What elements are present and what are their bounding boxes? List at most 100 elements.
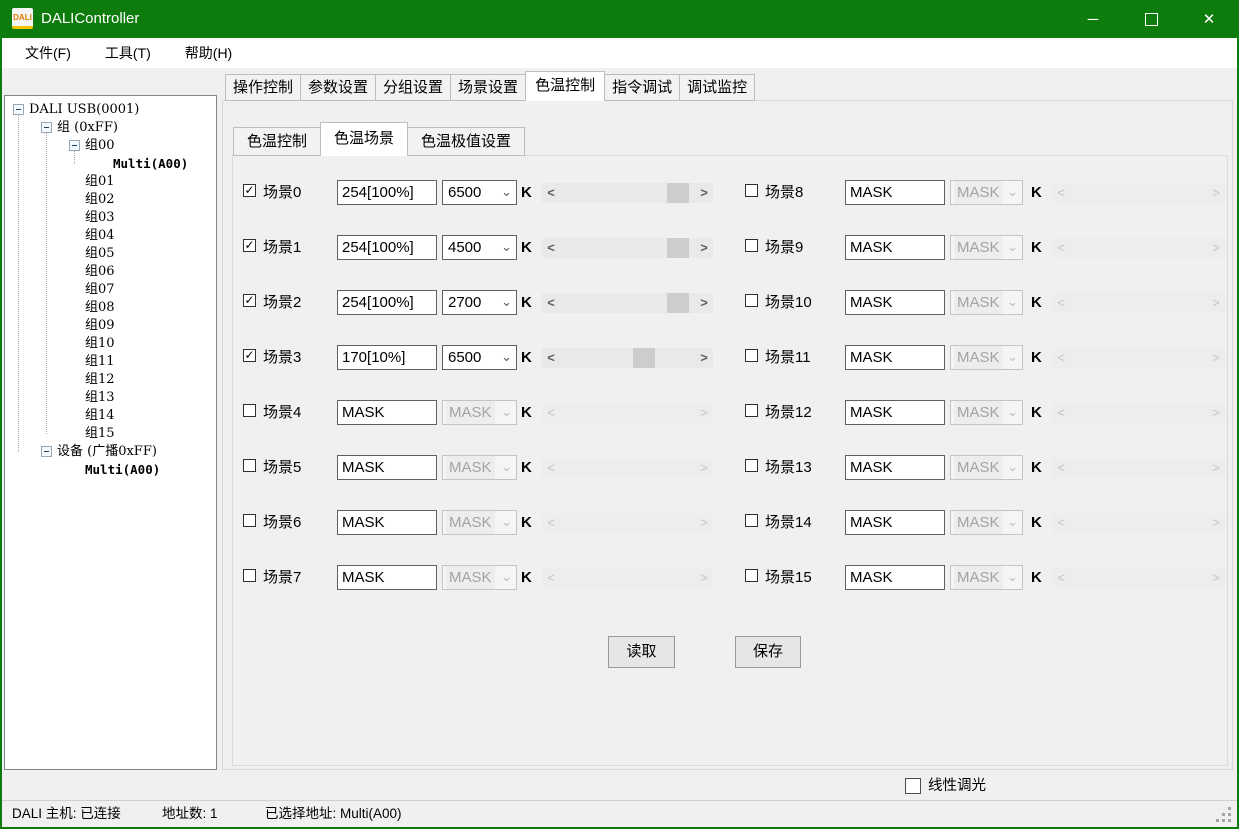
window-title: DALIController [41, 0, 139, 38]
scene-label: 场景9 [765, 235, 803, 260]
kelvin-dropdown: MASK ⌄ [950, 455, 1023, 480]
read-button[interactable]: 读取 [608, 636, 675, 668]
kelvin-dropdown-value: MASK [954, 346, 1003, 369]
maximize-icon [1145, 13, 1158, 26]
tree-item[interactable]: 组 (0xFF) [5, 119, 216, 137]
linear-dimming-checkbox[interactable] [905, 778, 921, 794]
tree-expander-collapse-icon[interactable] [69, 140, 80, 151]
main-tabstrip: 操作控制参数设置分组设置场景设置色温控制指令调试调试监控 [225, 71, 754, 101]
kelvin-dropdown-value: MASK [954, 511, 1003, 534]
chevron-down-icon: ⌄ [1007, 290, 1018, 313]
tree-expander-collapse-icon[interactable] [13, 104, 24, 115]
scene-value-input[interactable] [845, 290, 945, 315]
app-icon: DALI [12, 8, 33, 29]
scene-row: 场景9 MASK ⌄ K < > [0, 235, 1239, 261]
scene-checkbox[interactable] [745, 514, 758, 527]
scene-scrollbar: < > [1052, 513, 1225, 533]
subtab-0[interactable]: 色温控制 [233, 127, 321, 156]
sub-tabstrip: 色温控制色温场景色温极值设置 [233, 122, 524, 156]
status-address-count: 地址数: 1 [162, 801, 218, 827]
scene-value-input[interactable] [845, 455, 945, 480]
scene-checkbox[interactable] [745, 184, 758, 197]
scrollbar-right-arrow-icon: > [1207, 458, 1225, 478]
tree-item[interactable]: 组00 [5, 137, 216, 155]
scene-checkbox[interactable] [745, 459, 758, 472]
status-selected-address: 已选择地址: Multi(A00) [265, 801, 402, 827]
scrollbar-left-arrow-icon: < [1052, 348, 1070, 368]
scene-label: 场景13 [765, 455, 812, 480]
scrollbar-left-arrow-icon: < [1052, 568, 1070, 588]
scene-label: 场景11 [765, 345, 811, 370]
scrollbar-left-arrow-icon: < [1052, 183, 1070, 203]
kelvin-dropdown-value: MASK [954, 181, 1003, 204]
scene-row: 场景15 MASK ⌄ K < > [0, 565, 1239, 591]
tree-expander-collapse-icon[interactable] [41, 122, 52, 133]
chevron-down-icon: ⌄ [1007, 180, 1018, 203]
tree-item[interactable]: DALI USB(0001) [5, 101, 216, 119]
scene-value-input[interactable] [845, 345, 945, 370]
tab-1[interactable]: 参数设置 [300, 74, 376, 101]
scrollbar-left-arrow-icon: < [1052, 293, 1070, 313]
maximize-button[interactable] [1122, 0, 1180, 38]
tree-item[interactable]: 组09 [5, 317, 216, 335]
scene-value-input[interactable] [845, 510, 945, 535]
scene-row: 场景11 MASK ⌄ K < > [0, 345, 1239, 371]
minimize-button[interactable]: ─ [1064, 0, 1122, 38]
kelvin-dropdown-value: MASK [954, 566, 1003, 589]
scene-scrollbar: < > [1052, 238, 1225, 258]
save-button[interactable]: 保存 [735, 636, 801, 668]
scene-value-input[interactable] [845, 400, 945, 425]
kelvin-dropdown-value: MASK [954, 401, 1003, 424]
tree-item-label: Multi(A00) [113, 155, 188, 173]
scrollbar-track [1070, 568, 1207, 588]
minimize-icon: ─ [1088, 11, 1099, 28]
app-window: DALI DALIController ─ ✕ 文件(F)工具(T)帮助(H) … [0, 0, 1239, 829]
scene-scrollbar: < > [1052, 348, 1225, 368]
scrollbar-left-arrow-icon: < [1052, 238, 1070, 258]
scene-checkbox[interactable] [745, 569, 758, 582]
scene-value-input[interactable] [845, 565, 945, 590]
scrollbar-track [1070, 513, 1207, 533]
chevron-down-icon: ⌄ [1007, 510, 1018, 533]
scene-value-input[interactable] [845, 180, 945, 205]
menu-item[interactable]: 工具(T) [88, 38, 168, 68]
subtab-2[interactable]: 色温极值设置 [407, 127, 525, 156]
tab-2[interactable]: 分组设置 [375, 74, 451, 101]
tree-item[interactable]: 组03 [5, 209, 216, 227]
resize-grip[interactable] [1228, 819, 1231, 822]
tab-0[interactable]: 操作控制 [225, 74, 301, 101]
tree-item[interactable]: 组12 [5, 371, 216, 389]
menu-item[interactable]: 帮助(H) [168, 38, 249, 68]
status-host: DALI 主机: 已连接 [12, 801, 121, 827]
scene-checkbox[interactable] [745, 239, 758, 252]
subtab-1[interactable]: 色温场景 [320, 122, 408, 156]
chevron-down-icon: ⌄ [1007, 235, 1018, 258]
scrollbar-track [1070, 238, 1207, 258]
close-button[interactable]: ✕ [1180, 0, 1238, 38]
kelvin-dropdown: MASK ⌄ [950, 510, 1023, 535]
tree-item-label: 组12 [85, 371, 115, 389]
kelvin-unit-label: K [1031, 180, 1042, 205]
tab-4[interactable]: 色温控制 [525, 71, 605, 101]
kelvin-unit-label: K [1031, 345, 1042, 370]
tab-5[interactable]: 指令调试 [604, 74, 680, 101]
kelvin-dropdown: MASK ⌄ [950, 290, 1023, 315]
scene-scrollbar: < > [1052, 293, 1225, 313]
statusbar: DALI 主机: 已连接 地址数: 1 已选择地址: Multi(A00) [2, 800, 1237, 827]
scene-value-input[interactable] [845, 235, 945, 260]
scene-checkbox[interactable] [745, 294, 758, 307]
scene-checkbox[interactable] [745, 349, 758, 362]
kelvin-dropdown-value: MASK [954, 236, 1003, 259]
scrollbar-right-arrow-icon: > [1207, 183, 1225, 203]
tab-6[interactable]: 调试监控 [679, 74, 755, 101]
tab-3[interactable]: 场景设置 [450, 74, 526, 101]
scrollbar-track [1070, 183, 1207, 203]
tree-item-label: 组06 [85, 263, 115, 281]
scene-checkbox[interactable] [745, 404, 758, 417]
tree-item[interactable]: Multi(A00) [5, 155, 216, 173]
kelvin-unit-label: K [1031, 510, 1042, 535]
tree-item[interactable]: 组15 [5, 425, 216, 443]
tree-item[interactable]: 组06 [5, 263, 216, 281]
menu-item[interactable]: 文件(F) [8, 38, 88, 68]
tree-item-label: 组03 [85, 209, 115, 227]
